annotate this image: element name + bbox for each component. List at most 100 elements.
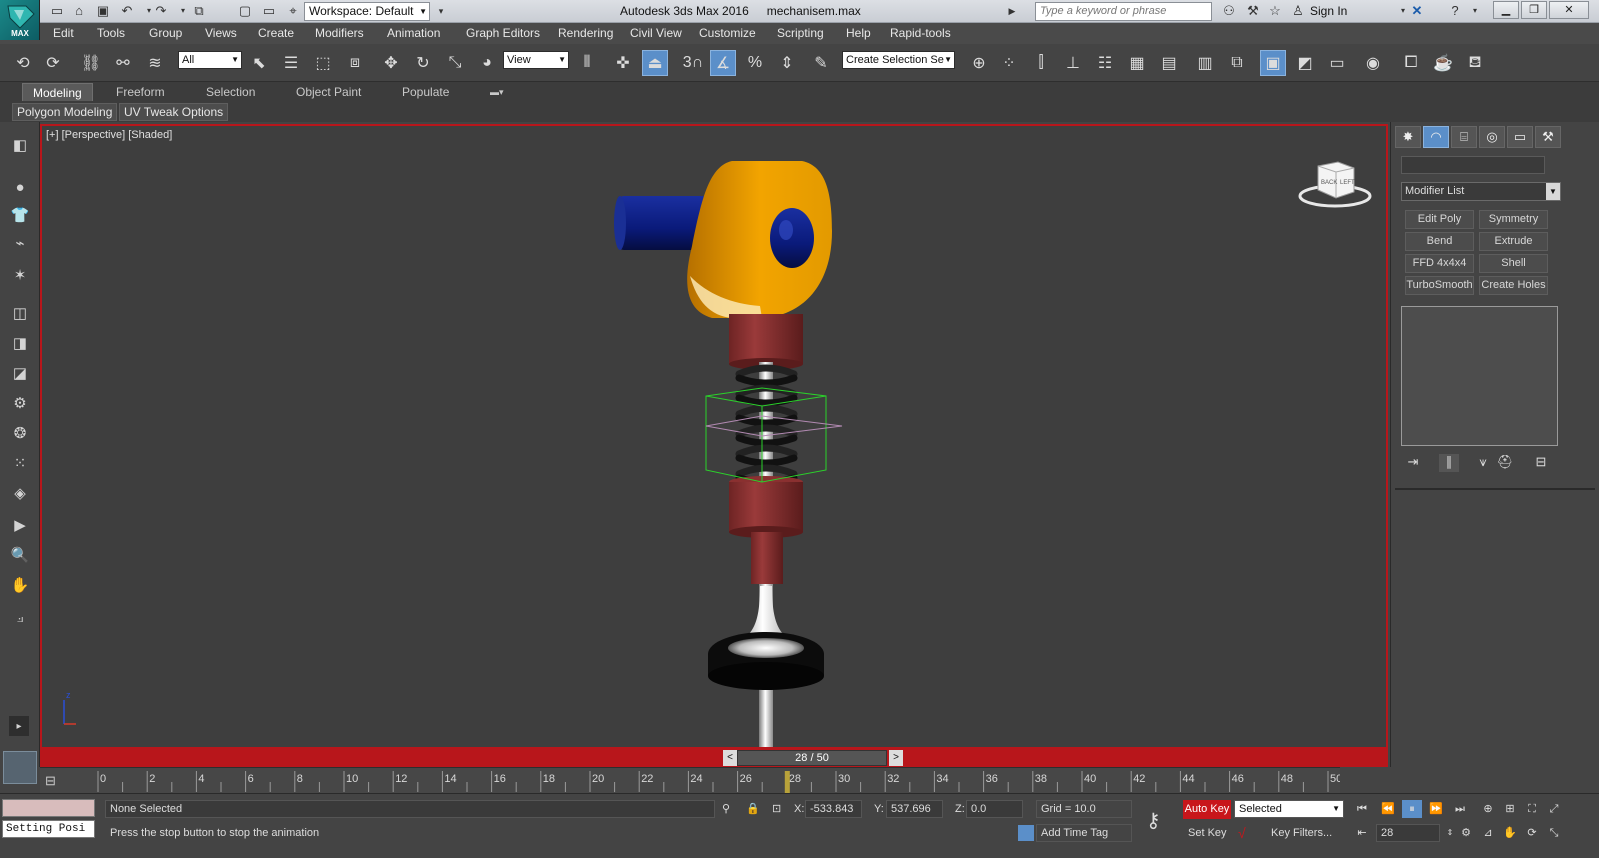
- workspace-dropdown[interactable]: Workspace: Default ▼: [304, 2, 430, 21]
- menu-rapid-tools[interactable]: Rapid-tools: [890, 26, 951, 40]
- current-frame-field[interactable]: 28: [1376, 824, 1440, 842]
- search-expand-icon[interactable]: ▶: [1003, 3, 1021, 19]
- keyboard-shortcut-override-icon[interactable]: ⏏: [642, 50, 668, 76]
- window-icon[interactable]: ▢: [236, 3, 254, 19]
- select-scale-icon[interactable]: ⤡: [442, 50, 468, 76]
- select-place-icon[interactable]: ◕: [474, 50, 500, 76]
- menu-tools[interactable]: Tools: [97, 26, 125, 40]
- create-holes-button[interactable]: Create Holes: [1479, 276, 1548, 295]
- unlink-icon[interactable]: ⚯: [110, 50, 136, 76]
- hierarchy-tool-icon[interactable]: ◨: [7, 330, 33, 356]
- orange-cam[interactable]: [687, 161, 832, 318]
- mirror-icon[interactable]: ⫿: [1028, 50, 1054, 76]
- menu-civil-view[interactable]: Civil View: [630, 26, 682, 40]
- upper-red-sleeve[interactable]: [729, 314, 803, 370]
- link-icon[interactable]: ⛓: [78, 50, 104, 76]
- maximize-viewport-icon[interactable]: ⤡: [1544, 824, 1564, 842]
- configure-modifier-sets-icon[interactable]: ⊟: [1531, 454, 1551, 472]
- modifier-list-dropdown[interactable]: Modifier List ▼: [1401, 182, 1561, 201]
- orbit-icon[interactable]: ⟳: [1522, 824, 1542, 842]
- favorites-star-icon[interactable]: ☆: [1266, 3, 1284, 19]
- workspace-icon[interactable]: ⌖: [284, 3, 302, 19]
- tab-populate[interactable]: Populate: [392, 83, 459, 101]
- viewport-label[interactable]: [+] [Perspective] [Shaded]: [46, 129, 172, 141]
- ffd-button[interactable]: FFD 4x4x4: [1405, 254, 1474, 273]
- window-crossing-icon[interactable]: ⧈: [342, 50, 368, 76]
- maxscript-listener-input[interactable]: Setting Posi: [2, 820, 95, 838]
- snaps-toggle-icon[interactable]: 3 ∩: [680, 50, 706, 76]
- key-tangent-icon[interactable]: √: [1238, 825, 1246, 841]
- motion-tab-icon[interactable]: ◎: [1479, 126, 1505, 148]
- spinner-snap-icon[interactable]: ⇕: [774, 50, 800, 76]
- toggle-layer-explorer-icon[interactable]: ▤: [1156, 50, 1182, 76]
- menu-group[interactable]: Group: [149, 26, 182, 40]
- checker-sphere-icon[interactable]: ⁙: [7, 450, 33, 476]
- current-frame-marker[interactable]: [784, 771, 790, 793]
- bind-space-warp-icon[interactable]: ≋: [142, 50, 168, 76]
- z-coordinate-field[interactable]: 0.0: [966, 800, 1023, 818]
- tab-modeling[interactable]: Modeling: [22, 83, 93, 101]
- restore-button[interactable]: ❐: [1521, 1, 1547, 19]
- time-configuration-icon[interactable]: ⚙: [1456, 824, 1476, 842]
- maxscript-listener-pink[interactable]: [2, 799, 95, 817]
- menu-views[interactable]: Views: [205, 26, 237, 40]
- remove-modifier-icon[interactable]: ⛑: [1495, 454, 1515, 472]
- absolute-mode-icon[interactable]: ⊡: [772, 802, 781, 815]
- tab-selection[interactable]: Selection: [196, 83, 265, 101]
- new-scene-icon[interactable]: ▭: [48, 3, 66, 19]
- polygon-modeling-panel[interactable]: Polygon Modeling: [12, 103, 118, 121]
- axis-tripod-icon[interactable]: ⟓: [7, 604, 33, 630]
- key-filters-button[interactable]: Key Filters...: [1266, 824, 1344, 842]
- binoculars-icon[interactable]: ⚇: [1220, 3, 1238, 19]
- coil-spring[interactable]: [735, 364, 798, 486]
- x-coordinate-field[interactable]: -533.843: [805, 800, 862, 818]
- field-of-view-icon[interactable]: ⊿: [1478, 824, 1498, 842]
- next-frame-button[interactable]: >: [889, 750, 903, 766]
- menu-create[interactable]: Create: [258, 26, 294, 40]
- shell-button[interactable]: Shell: [1479, 254, 1548, 273]
- redo-icon[interactable]: ↷: [152, 3, 170, 19]
- cloth-icon[interactable]: 👕: [7, 202, 33, 228]
- render-production-icon[interactable]: ⧠: [1398, 50, 1424, 76]
- exchange-icon[interactable]: ✕: [1408, 3, 1426, 19]
- pan-hand-icon[interactable]: ✋: [7, 572, 33, 598]
- bend-button[interactable]: Bend: [1405, 232, 1474, 251]
- utilities-tab-icon[interactable]: ⚒: [1535, 126, 1561, 148]
- pin-stack-icon[interactable]: ⇥: [1403, 454, 1423, 472]
- pivot-center-icon[interactable]: ⫴: [574, 50, 600, 76]
- ribbon-options-icon[interactable]: ▬▾: [480, 83, 514, 101]
- material-editor-icon[interactable]: ◩: [1292, 50, 1318, 76]
- go-to-start-icon[interactable]: ⏮: [1352, 800, 1372, 818]
- select-by-name-icon[interactable]: ☰: [278, 50, 304, 76]
- zoom-all-icon[interactable]: ⊞: [1500, 800, 1520, 818]
- auto-key-button[interactable]: Auto Key: [1183, 800, 1231, 819]
- save-file-icon[interactable]: ▣: [94, 3, 112, 19]
- create-panel-icon[interactable]: ◧: [7, 132, 33, 158]
- time-slider-thumb[interactable]: 28 / 50: [737, 750, 887, 766]
- key-mode-dropdown[interactable]: Selected ▼: [1234, 800, 1344, 818]
- select-object-icon[interactable]: ⬉: [246, 50, 272, 76]
- select-manipulate-icon[interactable]: ✜: [610, 50, 636, 76]
- select-rotate-icon[interactable]: ↻: [410, 50, 436, 76]
- close-window-button[interactable]: ✕: [1549, 1, 1589, 19]
- help-dropdown-icon[interactable]: ▾: [1466, 3, 1484, 19]
- menu-scripting[interactable]: Scripting: [777, 26, 824, 40]
- torus-knot-icon[interactable]: ❂: [7, 420, 33, 446]
- y-coordinate-field[interactable]: 537.696: [886, 800, 943, 818]
- symmetry-button[interactable]: Symmetry: [1479, 210, 1548, 229]
- quick-access-dropdown-icon[interactable]: ▾: [432, 3, 450, 19]
- gear-icon[interactable]: ⚙: [7, 390, 33, 416]
- schematic-view-icon[interactable]: ▣: [1260, 50, 1286, 76]
- edit-named-selection-icon[interactable]: ✎: [808, 50, 834, 76]
- menu-modifiers[interactable]: Modifiers: [315, 26, 364, 40]
- redo-icon[interactable]: ⟳: [40, 50, 66, 76]
- key-mode-toggle-icon[interactable]: ⇤: [1352, 824, 1372, 842]
- perspective-viewport[interactable]: [+] [Perspective] [Shaded] BACK LEFT z: [40, 124, 1388, 749]
- create-tab-icon[interactable]: ✸: [1395, 126, 1421, 148]
- modify-tab-icon[interactable]: ◠: [1423, 126, 1449, 148]
- hierarchy-tab-icon[interactable]: ⌸: [1451, 126, 1477, 148]
- zoom-extents-icon[interactable]: ⛶: [1522, 800, 1542, 818]
- zoom-extents-all-icon[interactable]: ⤢: [1544, 800, 1564, 818]
- minimize-button[interactable]: ▁: [1493, 1, 1519, 19]
- layer-manager-icon[interactable]: ☷: [1092, 50, 1118, 76]
